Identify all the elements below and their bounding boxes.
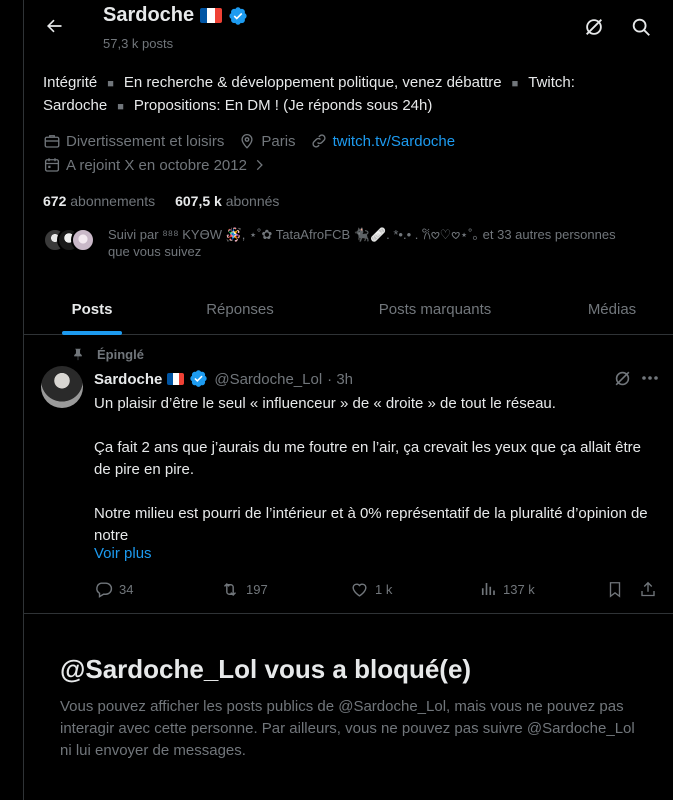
website-link[interactable]: twitch.tv/Sardoche: [333, 133, 456, 150]
france-flag-icon: [200, 8, 223, 23]
like-button[interactable]: 1 k: [350, 580, 392, 599]
blocked-notice: @Sardoche_Lol vous a bloqué(e) Vous pouv…: [60, 652, 640, 762]
views-button[interactable]: 137 k: [479, 580, 535, 598]
back-button[interactable]: [38, 10, 70, 42]
followed-by[interactable]: Suivi par ⁸⁸⁸ KYƟW 🪅, ⋆˚✿ TataAfroFCB 🐈‍…: [43, 226, 628, 260]
reply-count: 34: [119, 582, 134, 597]
tab-label: Médias: [587, 300, 637, 318]
profile-tabs: Posts Réponses Posts marquants Médias: [24, 283, 673, 335]
tab-label: Réponses: [206, 300, 274, 318]
tweet-avatar[interactable]: [41, 366, 83, 408]
follower-avatars: [43, 226, 98, 254]
profile-name: Sardoche: [103, 4, 195, 26]
repost-icon: [223, 582, 237, 597]
header-name-row: Sardoche: [103, 4, 248, 27]
bio-part: Propositions: En DM ! (Je réponds sous 2…: [133, 97, 433, 114]
grok-icon: [615, 371, 629, 385]
following-count: 672: [43, 193, 67, 209]
verified-badge-icon[interactable]: [189, 369, 209, 389]
tab-label: Posts: [71, 300, 113, 318]
followers-link[interactable]: 607,5 k abonnés: [175, 193, 279, 209]
views-icon: [481, 583, 495, 595]
bio-part: En recherche & développement politique, …: [123, 74, 502, 91]
tweet-paragraph: Notre milieu est pourri de l’intérieur e…: [94, 505, 648, 544]
reply-button[interactable]: 34: [94, 580, 133, 599]
posts-count: 57,3 k posts: [103, 36, 174, 51]
profile-header: Sardoche 57,3 k posts: [24, 0, 673, 56]
bookmark-button[interactable]: [606, 580, 624, 599]
tab-highlights[interactable]: Posts marquants: [320, 283, 550, 335]
tab-posts[interactable]: Posts: [24, 283, 160, 335]
tweet-handle[interactable]: @Sardoche_Lol: [214, 371, 322, 388]
search-button[interactable]: [626, 12, 656, 42]
grok-button[interactable]: [579, 12, 609, 42]
joined-text: A rejoint X en octobre 2012: [66, 156, 247, 174]
bio-separator: ■: [511, 78, 519, 90]
show-more-link[interactable]: Voir plus: [94, 545, 152, 562]
briefcase-icon: [44, 135, 60, 148]
tab-label: Posts marquants: [378, 300, 492, 318]
following-label: abonnements: [70, 193, 156, 209]
more-icon: [642, 376, 658, 380]
pin-icon: [74, 348, 82, 361]
calendar-icon: [44, 158, 60, 172]
back-arrow-icon: [47, 19, 62, 33]
tweet-author-name[interactable]: Sardoche: [94, 371, 162, 388]
category-text: Divertissement et loisirs: [66, 132, 225, 150]
tweet-header: Sardoche @Sardoche_Lol · 3h: [94, 369, 353, 389]
profile-bio: Intégrité ■ En recherche & développement p…: [43, 72, 643, 118]
pinned-tweet[interactable]: Épinglé Sardoche @Sardoche_Lol · 3h Un p…: [24, 336, 673, 614]
profile-column: Sardoche 57,3 k posts Intégrité ■ En reche…: [23, 0, 673, 800]
grok-icon: [586, 19, 602, 35]
tweet-grok-button[interactable]: [611, 367, 633, 389]
chevron-right-icon: [256, 159, 263, 171]
share-icon: [641, 581, 655, 597]
tab-active-indicator: [62, 331, 122, 335]
repost-button[interactable]: 197: [220, 580, 268, 599]
share-button[interactable]: [639, 580, 657, 599]
profile-meta: Divertissement et loisirs Paris twitch.t…: [43, 130, 653, 178]
category-item: Divertissement et loisirs: [43, 132, 224, 150]
tab-replies[interactable]: Réponses: [160, 283, 320, 335]
pinned-text: Épinglé: [97, 346, 144, 362]
france-flag-icon: [167, 373, 185, 385]
link-icon: [312, 134, 326, 148]
tweet-text: Un plaisir d’être le seul « influenceur …: [94, 393, 659, 547]
like-icon: [352, 583, 367, 597]
repost-count: 197: [246, 582, 268, 597]
views-count: 137 k: [503, 581, 535, 597]
tweet-more-button[interactable]: [638, 367, 662, 389]
website-item[interactable]: twitch.tv/Sardoche: [310, 132, 456, 150]
joined-item[interactable]: A rejoint X en octobre 2012: [43, 156, 266, 174]
blocked-title: @Sardoche_Lol vous a bloqué(e): [60, 654, 472, 684]
like-count: 1 k: [375, 582, 393, 597]
blocked-description: Vous pouvez afficher les posts publics d…: [60, 698, 635, 759]
tweet-paragraph: Un plaisir d’être le seul « influenceur …: [94, 395, 556, 412]
location-pin-icon: [241, 134, 253, 149]
tweet-paragraph: Ça fait 2 ans que j’aurais du me foutre …: [94, 439, 641, 478]
tweet-actions: 34 197 1 k 137 k: [94, 580, 664, 602]
bookmark-icon: [609, 582, 621, 598]
location-text: Paris: [261, 132, 296, 150]
bio-part: Intégrité: [43, 74, 98, 91]
search-icon: [632, 18, 650, 36]
reply-icon: [96, 582, 113, 598]
tweet-time[interactable]: · 3h: [327, 371, 353, 388]
verified-badge-icon[interactable]: [228, 6, 248, 26]
location-item: Paris: [238, 132, 296, 150]
pinned-label: Épinglé: [71, 346, 144, 362]
tab-media[interactable]: Médias: [550, 283, 673, 335]
avatar: [71, 228, 95, 252]
bio-separator: ■: [107, 78, 114, 90]
bio-separator: ■: [117, 101, 124, 113]
followers-count: 607,5 k: [175, 193, 222, 209]
follow-counts: 672 abonnements 607,5 k abonnés: [43, 193, 279, 209]
following-link[interactable]: 672 abonnements: [43, 193, 155, 209]
followed-by-text: Suivi par ⁸⁸⁸ KYƟW 🪅, ⋆˚✿ TataAfroFCB 🐈‍…: [108, 227, 616, 259]
followers-label: abonnés: [225, 193, 280, 209]
